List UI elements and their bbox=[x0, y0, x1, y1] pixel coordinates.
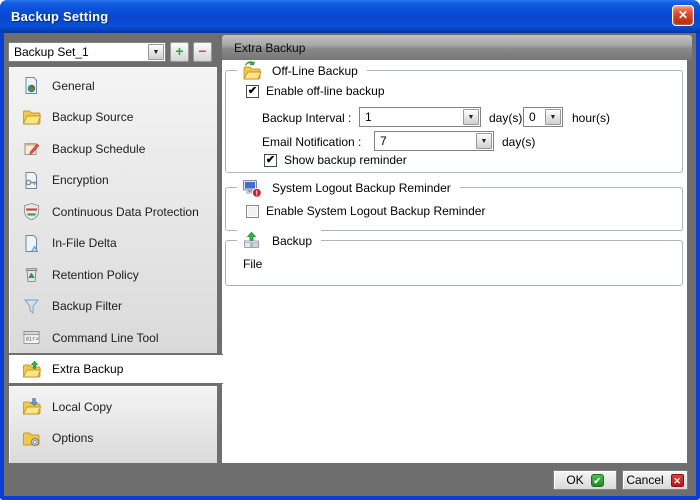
sidebar-item-label: General bbox=[52, 79, 95, 93]
minus-icon: − bbox=[198, 43, 206, 59]
continuous-data-protection-icon bbox=[22, 202, 41, 221]
svg-text:!: ! bbox=[256, 190, 258, 197]
chevron-down-icon[interactable]: ▼ bbox=[545, 109, 561, 125]
sidebar-item-label: In-File Delta bbox=[52, 236, 117, 250]
svg-text:dir>: dir> bbox=[26, 336, 39, 343]
enable-offline-backup-checkbox[interactable]: ✔ bbox=[246, 85, 259, 98]
enable-system-logout-row: Enable System Logout Backup Reminder bbox=[246, 204, 485, 218]
title-bar: Backup Setting ✕ bbox=[0, 0, 700, 33]
email-notification-days-value: 7 bbox=[380, 134, 387, 148]
chevron-down-icon[interactable]: ▼ bbox=[476, 133, 492, 149]
sidebar-item-label: Retention Policy bbox=[52, 268, 139, 282]
show-backup-reminder-row: ✔ Show backup reminder bbox=[264, 153, 407, 167]
retention-policy-icon bbox=[22, 265, 41, 284]
sidebar-item-label: Encryption bbox=[52, 173, 109, 187]
chevron-down-icon[interactable]: ▼ bbox=[463, 109, 479, 125]
backup-set-value: Backup Set_1 bbox=[14, 45, 89, 59]
cancel-button[interactable]: Cancel ✕ bbox=[622, 470, 688, 490]
sidebar-item-backup-source[interactable]: Backup Source bbox=[9, 102, 217, 134]
close-icon[interactable]: ✕ bbox=[672, 5, 694, 26]
ok-button-label: OK bbox=[566, 473, 583, 487]
interval-days-unit: day(s) bbox=[489, 111, 522, 125]
offline-backup-legend: Off-Line Backup bbox=[237, 60, 367, 82]
sidebar-list-lower: Local Copy Options bbox=[8, 385, 218, 464]
backup-interval-hours-select[interactable]: 0 ▼ bbox=[523, 107, 563, 127]
sidebar-item-in-file-delta[interactable]: In-File Delta bbox=[9, 228, 217, 260]
sidebar-item-label: Extra Backup bbox=[52, 362, 123, 376]
backup-interval-hours-value: 0 bbox=[529, 110, 536, 124]
sidebar-item-backup-filter[interactable]: Backup Filter bbox=[9, 291, 217, 323]
backup-schedule-icon bbox=[22, 139, 41, 158]
enable-offline-backup-label: Enable off-line backup bbox=[266, 84, 385, 98]
backup-filter-icon bbox=[22, 297, 41, 316]
offline-backup-title: Off-Line Backup bbox=[272, 64, 358, 78]
remove-backup-set-button[interactable]: − bbox=[193, 42, 212, 62]
backup-legend: Backup bbox=[237, 230, 321, 252]
sidebar-item-label: Continuous Data Protection bbox=[52, 205, 199, 219]
sidebar-item-general[interactable]: General bbox=[9, 70, 217, 102]
show-backup-reminder-label: Show backup reminder bbox=[284, 153, 407, 167]
ok-button[interactable]: OK ✔ bbox=[553, 470, 617, 490]
backup-set-selector[interactable]: Backup Set_1 ▼ bbox=[8, 42, 166, 62]
sidebar-item-continuous-data-protection[interactable]: Continuous Data Protection bbox=[9, 196, 217, 228]
backup-group: Backup File bbox=[225, 240, 683, 286]
backup-interval-label: Backup Interval : bbox=[262, 111, 351, 125]
backup-interval-days-select[interactable]: 1 ▼ bbox=[359, 107, 481, 127]
system-logout-group: ! System Logout Backup Reminder Enable S… bbox=[225, 187, 683, 231]
sidebar-item-command-line-tool[interactable]: dir> Command Line Tool bbox=[9, 322, 217, 354]
enable-system-logout-label: Enable System Logout Backup Reminder bbox=[266, 204, 485, 218]
backup-title: Backup bbox=[272, 234, 312, 248]
offline-backup-group: Off-Line Backup ✔ Enable off-line backup… bbox=[225, 70, 683, 173]
enable-offline-backup-row: ✔ Enable off-line backup bbox=[246, 84, 385, 98]
backup-setting-dialog: Backup Setting ✕ Backup Set_1 ▼ + − Gene… bbox=[0, 0, 700, 500]
panel-content: Off-Line Backup ✔ Enable off-line backup… bbox=[222, 60, 687, 463]
show-backup-reminder-checkbox[interactable]: ✔ bbox=[264, 154, 277, 167]
sidebar-item-extra-backup-selected[interactable]: Extra Backup bbox=[8, 354, 223, 384]
email-days-unit: day(s) bbox=[502, 135, 535, 149]
encryption-icon bbox=[22, 171, 41, 190]
local-copy-icon bbox=[22, 397, 41, 416]
ok-check-icon: ✔ bbox=[591, 474, 604, 487]
sidebar-item-retention-policy[interactable]: Retention Policy bbox=[9, 259, 217, 291]
backup-content-text: File bbox=[243, 257, 262, 271]
sidebar-item-backup-schedule[interactable]: Backup Schedule bbox=[9, 133, 217, 165]
cancel-x-icon: ✕ bbox=[671, 474, 684, 487]
command-line-tool-icon: dir> bbox=[22, 328, 41, 347]
panel-header: Extra Backup bbox=[222, 35, 692, 60]
sidebar-item-label: Options bbox=[52, 431, 93, 445]
add-backup-set-button[interactable]: + bbox=[170, 42, 189, 62]
system-logout-title: System Logout Backup Reminder bbox=[272, 181, 451, 195]
enable-system-logout-checkbox[interactable] bbox=[246, 205, 259, 218]
extra-backup-icon bbox=[22, 360, 41, 379]
sidebar-item-label: Local Copy bbox=[52, 400, 112, 414]
sidebar-item-label: Command Line Tool bbox=[52, 331, 159, 345]
sidebar-item-label: Backup Source bbox=[52, 110, 133, 124]
backup-source-icon bbox=[22, 108, 41, 127]
general-icon bbox=[22, 76, 41, 95]
system-logout-reminder-icon: ! bbox=[242, 178, 262, 198]
panel-title: Extra Backup bbox=[234, 41, 305, 55]
cancel-button-label: Cancel bbox=[626, 473, 663, 487]
sidebar-item-label: Backup Schedule bbox=[52, 142, 145, 156]
interval-hours-unit: hour(s) bbox=[572, 111, 610, 125]
plus-icon: + bbox=[175, 43, 183, 59]
email-notification-days-select[interactable]: 7 ▼ bbox=[374, 131, 494, 151]
dialog-body: Backup Set_1 ▼ + − General Backup Source bbox=[4, 33, 696, 496]
sidebar-item-label: Backup Filter bbox=[52, 299, 122, 313]
offline-backup-icon bbox=[242, 61, 262, 81]
chevron-down-icon[interactable]: ▼ bbox=[148, 44, 164, 60]
options-icon bbox=[22, 429, 41, 448]
backup-interval-days-value: 1 bbox=[365, 110, 372, 124]
sidebar-item-encryption[interactable]: Encryption bbox=[9, 165, 217, 197]
in-file-delta-icon bbox=[22, 234, 41, 253]
window-title: Backup Setting bbox=[11, 9, 108, 24]
backup-icon bbox=[242, 231, 262, 251]
system-logout-legend: ! System Logout Backup Reminder bbox=[237, 177, 460, 199]
sidebar-item-local-copy[interactable]: Local Copy bbox=[9, 391, 217, 423]
email-notification-label: Email Notification : bbox=[262, 135, 361, 149]
sidebar-list-upper: General Backup Source Backup Schedule En… bbox=[8, 66, 218, 354]
sidebar-item-options[interactable]: Options bbox=[9, 423, 217, 455]
